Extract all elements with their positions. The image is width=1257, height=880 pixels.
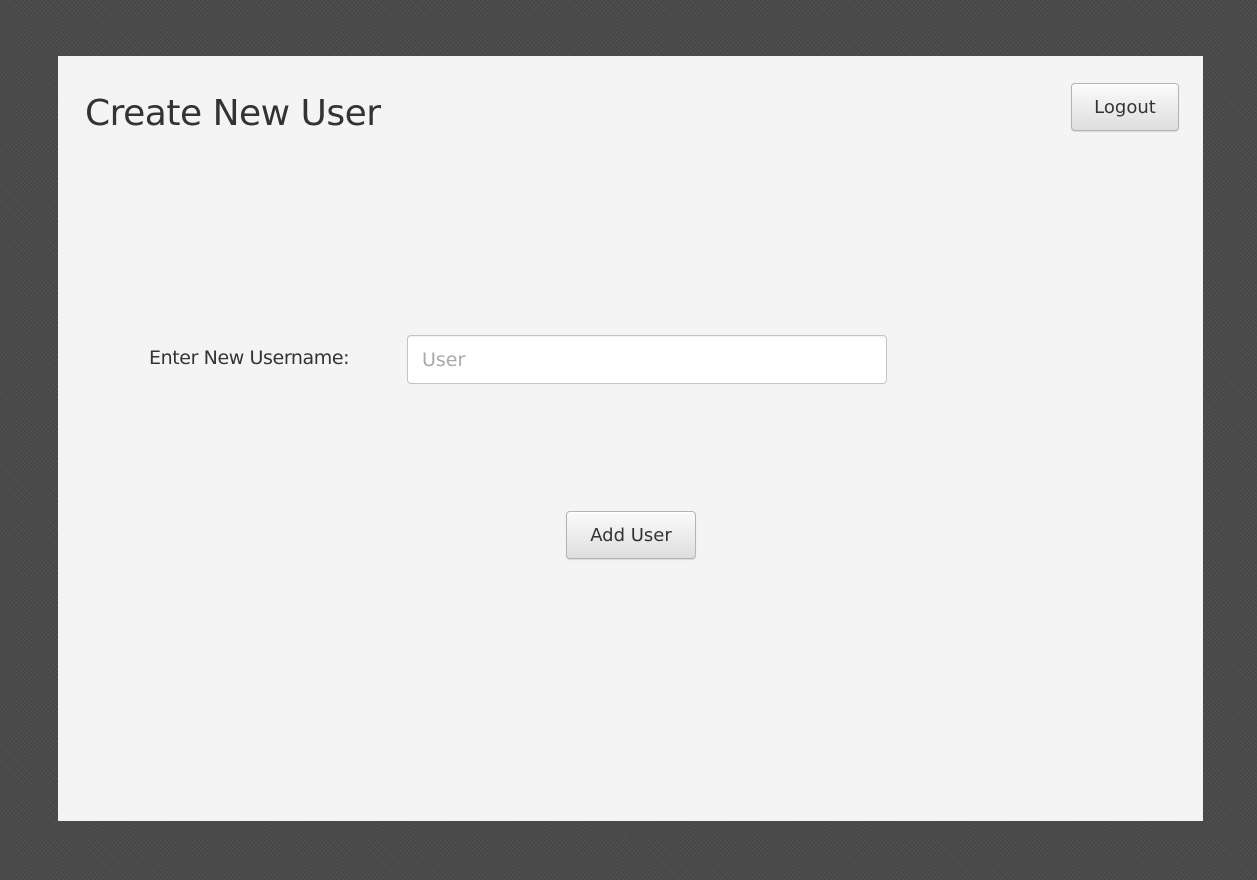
username-input[interactable] <box>407 335 887 384</box>
add-user-button[interactable]: Add User <box>566 511 696 559</box>
logout-button[interactable]: Logout <box>1071 83 1179 131</box>
app-window: Create New User Logout Enter New Usernam… <box>58 56 1203 821</box>
username-label: Enter New Username: <box>149 347 350 369</box>
page-title: Create New User <box>85 93 381 134</box>
